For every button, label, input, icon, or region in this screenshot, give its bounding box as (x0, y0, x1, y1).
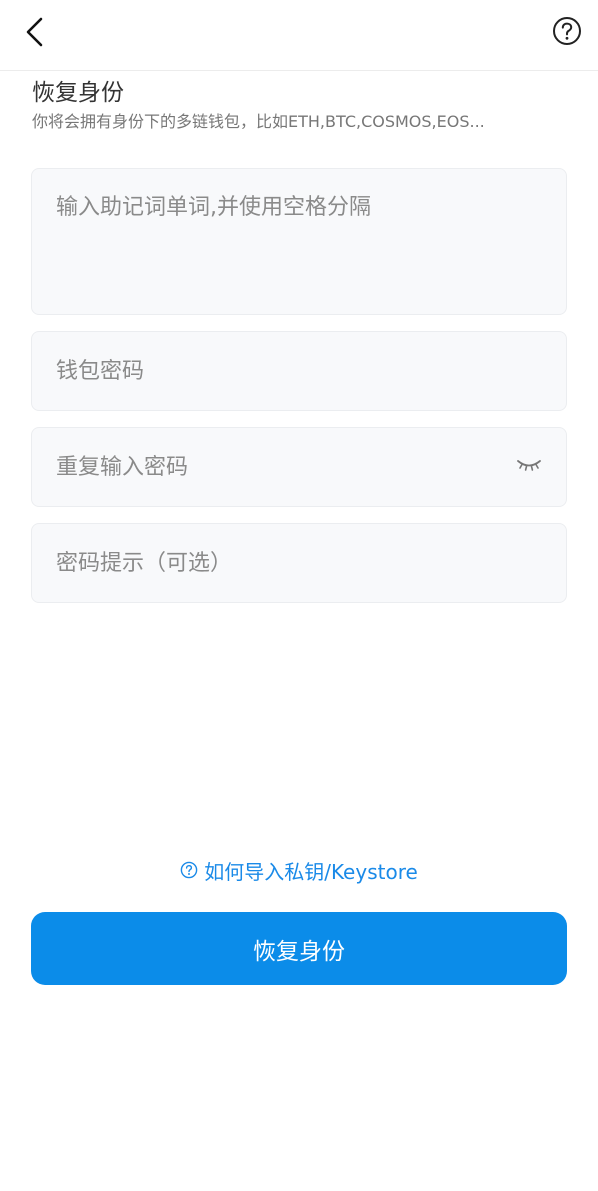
mnemonic-field (31, 168, 567, 315)
help-button[interactable] (548, 14, 586, 52)
chevron-left-icon (23, 16, 45, 52)
mnemonic-input[interactable] (32, 169, 566, 314)
question-circle-icon (552, 16, 582, 50)
password-hint-input[interactable] (32, 524, 566, 602)
top-bar (0, 0, 598, 71)
wallet-password-field (31, 331, 567, 411)
page-title: 恢复身份 (32, 80, 124, 106)
password-visibility-toggle[interactable] (514, 454, 544, 480)
repeat-password-input[interactable] (32, 428, 566, 506)
password-hint-field (31, 523, 567, 603)
import-private-key-link[interactable]: 如何导入私钥/Keystore (0, 856, 598, 884)
wallet-password-input[interactable] (32, 332, 566, 410)
restore-identity-button[interactable]: 恢复身份 (31, 912, 567, 985)
back-button[interactable] (14, 12, 54, 56)
repeat-password-field (31, 427, 567, 507)
eye-closed-icon (516, 457, 542, 477)
restore-identity-page: 恢复身份 你将会拥有身份下的多链钱包，比如ETH,BTC,COSMOS,EOS.… (0, 0, 598, 1191)
import-link-label: 如何导入私钥/Keystore (204, 859, 418, 884)
page-subtitle: 你将会拥有身份下的多链钱包，比如ETH,BTC,COSMOS,EOS... (32, 112, 485, 131)
question-circle-icon (180, 861, 198, 879)
